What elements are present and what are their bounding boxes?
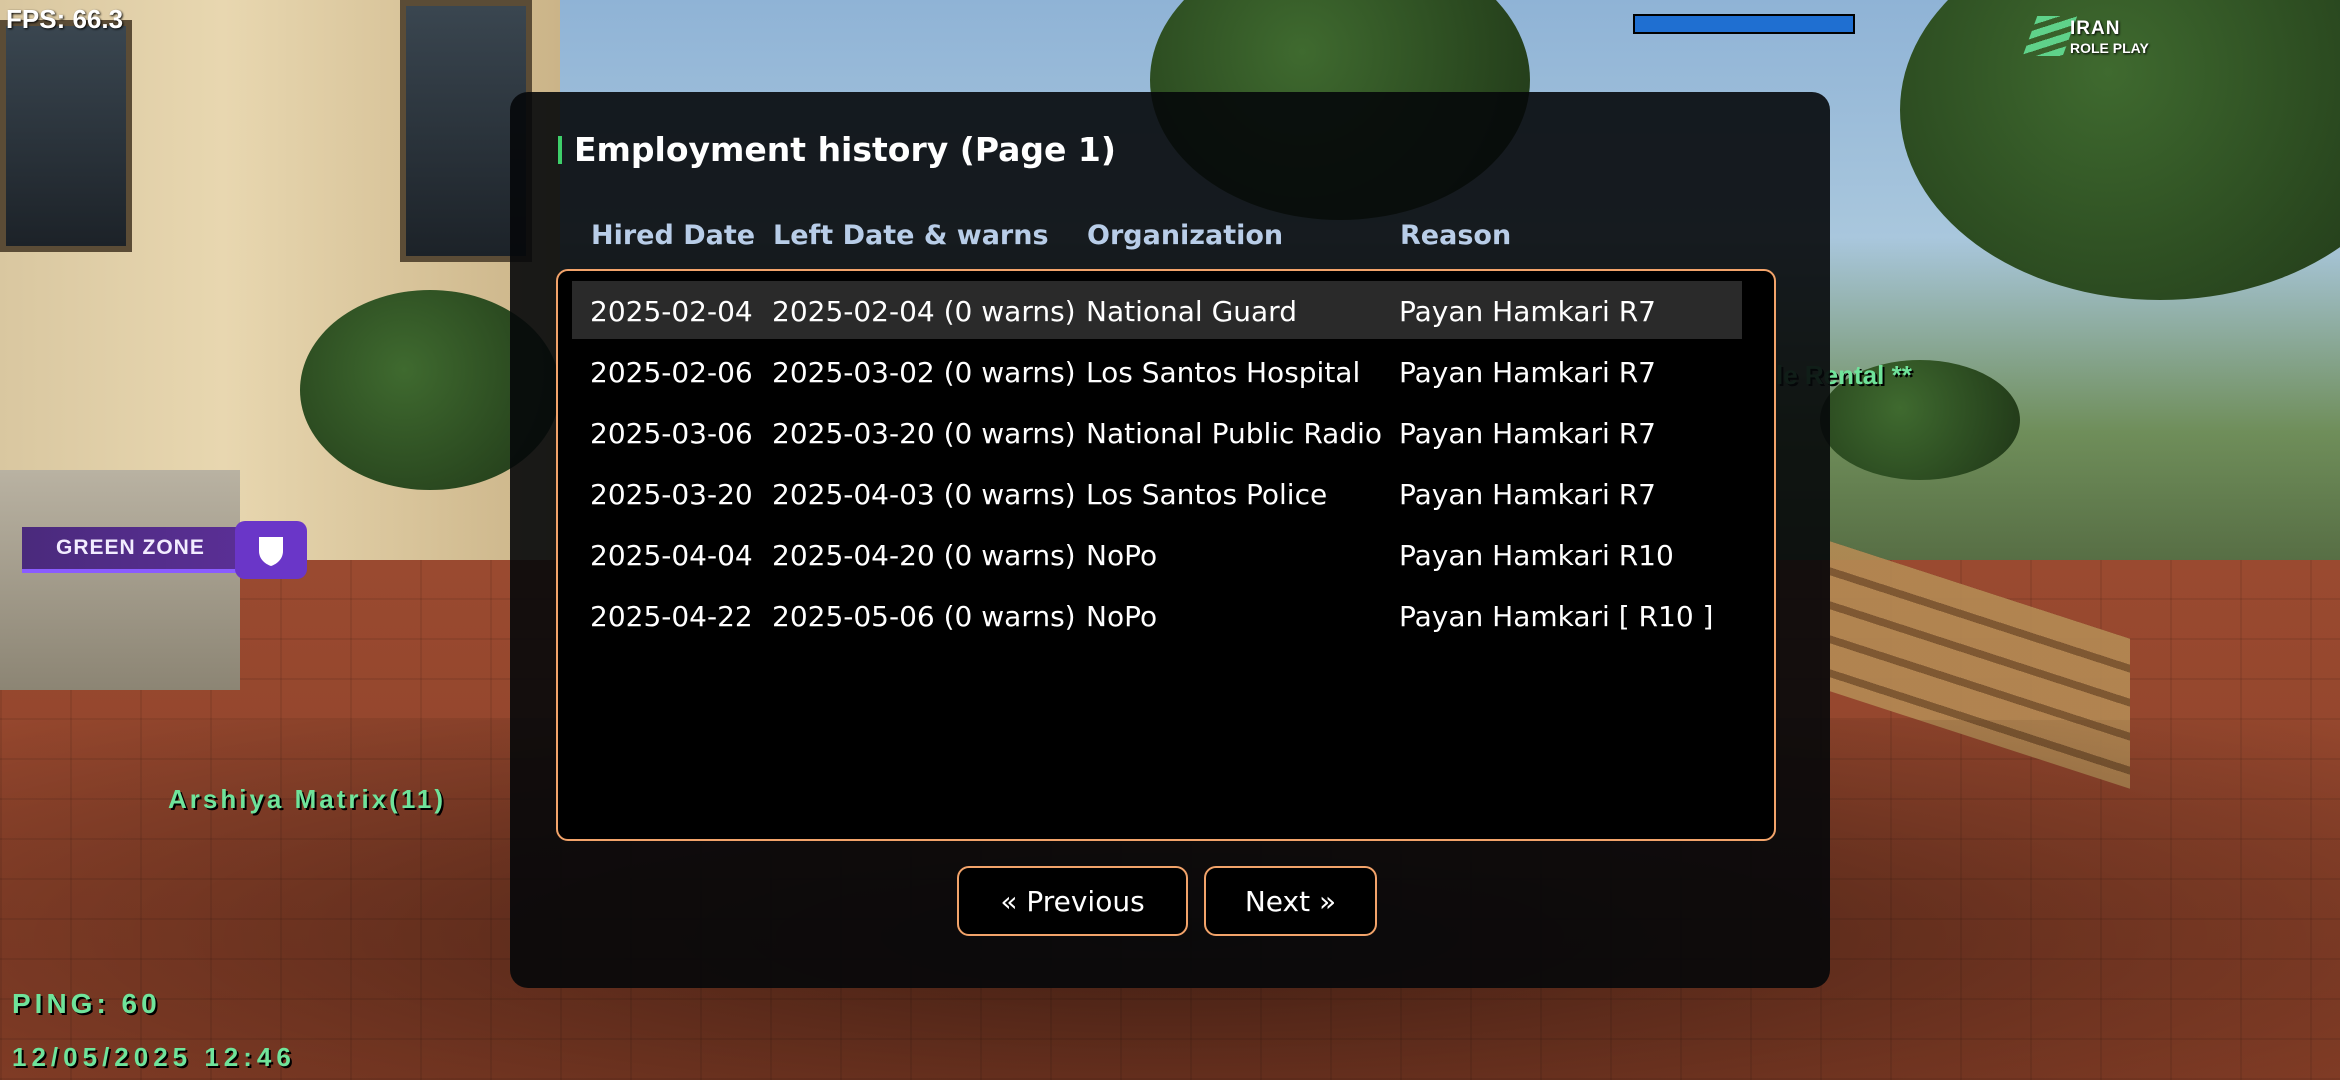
- zone-label: GREEN ZONE: [22, 527, 239, 573]
- dialog-title: Employment history (Page 1): [558, 130, 1116, 169]
- logo-text-primary: IRAN: [2070, 18, 2121, 39]
- player-nametag: Arshiya Matrix(11): [168, 784, 446, 814]
- cell-left-date: 2025-02-04 (0 warns): [772, 295, 1076, 328]
- ping-indicator: PING: 60: [12, 988, 161, 1019]
- table-row[interactable]: 2025-02-06 2025-03-02 (0 warns) Los Santos…: [572, 342, 1742, 400]
- zone-indicator: GREEN ZONE: [22, 521, 307, 579]
- cell-reason: Payan Hamkari R7: [1399, 356, 1656, 389]
- column-header-organization: Organization: [1087, 220, 1284, 251]
- cell-left-date: 2025-03-02 (0 warns): [772, 356, 1076, 389]
- cell-left-date: 2025-05-06 (0 warns): [772, 600, 1076, 633]
- shield-icon: [234, 521, 307, 579]
- table-row[interactable]: 2025-02-04 2025-02-04 (0 warns) National G…: [572, 281, 1742, 339]
- employment-history-dialog: Employment history (Page 1) Hired Date L…: [510, 92, 1830, 988]
- fps-counter: FPS: 66.3: [6, 4, 124, 34]
- cell-reason: Payan Hamkari [ R10 ]: [1399, 600, 1714, 633]
- cell-hired-date: 2025-02-06: [590, 356, 753, 389]
- cell-left-date: 2025-03-20 (0 warns): [772, 417, 1076, 450]
- cell-hired-date: 2025-03-06: [590, 417, 753, 450]
- cell-reason: Payan Hamkari R10: [1399, 539, 1674, 572]
- title-accent-bar: [558, 135, 562, 164]
- table-row[interactable]: 2025-03-20 2025-04-03 (0 warns) Los Santos…: [572, 464, 1742, 522]
- cell-reason: Payan Hamkari R7: [1399, 417, 1656, 450]
- health-bar: [1633, 14, 1855, 34]
- column-header-reason: Reason: [1400, 220, 1512, 251]
- cell-left-date: 2025-04-20 (0 warns): [772, 539, 1076, 572]
- cell-hired-date: 2025-02-04: [590, 295, 753, 328]
- previous-page-button[interactable]: « Previous: [957, 866, 1188, 936]
- column-header-hired-date: Hired Date: [591, 220, 756, 251]
- employment-list[interactable]: 2025-02-04 2025-02-04 (0 warns) National G…: [556, 269, 1776, 841]
- table-row[interactable]: 2025-04-04 2025-04-20 (0 warns) NoPo Payan …: [572, 525, 1742, 583]
- cell-organization: NoPo: [1086, 539, 1158, 572]
- next-page-button[interactable]: Next »: [1204, 866, 1377, 936]
- column-header-left-date: Left Date & warns: [773, 220, 1049, 251]
- cell-organization: National Guard: [1086, 295, 1297, 328]
- cell-hired-date: 2025-03-20: [590, 478, 753, 511]
- cell-reason: Payan Hamkari R7: [1399, 295, 1656, 328]
- cell-reason: Payan Hamkari R7: [1399, 478, 1656, 511]
- cell-organization: Los Santos Hospital: [1086, 356, 1361, 389]
- server-logo: IRAN ROLE PLAY: [2022, 14, 2170, 60]
- cell-left-date: 2025-04-03 (0 warns): [772, 478, 1076, 511]
- dialog-title-text: Employment history (Page 1): [574, 130, 1116, 169]
- logo-text-secondary: ROLE PLAY: [2070, 40, 2149, 56]
- background-window: [0, 20, 132, 252]
- date-time: 12/05/2025 12:46: [12, 1042, 296, 1072]
- table-row[interactable]: 2025-04-22 2025-05-06 (0 warns) NoPo Payan …: [572, 586, 1742, 644]
- cell-organization: Los Santos Police: [1086, 478, 1328, 511]
- cell-hired-date: 2025-04-22: [590, 600, 753, 633]
- background-stone-block: [0, 470, 240, 690]
- cell-hired-date: 2025-04-04: [590, 539, 753, 572]
- health-bar-fill: [1635, 16, 1853, 32]
- cell-organization: NoPo: [1086, 600, 1158, 633]
- table-row[interactable]: 2025-03-06 2025-03-20 (0 warns) National P…: [572, 403, 1742, 461]
- cell-organization: National Public Radio: [1086, 417, 1383, 450]
- table-header: Hired Date Left Date & warns Organizatio…: [510, 220, 1830, 260]
